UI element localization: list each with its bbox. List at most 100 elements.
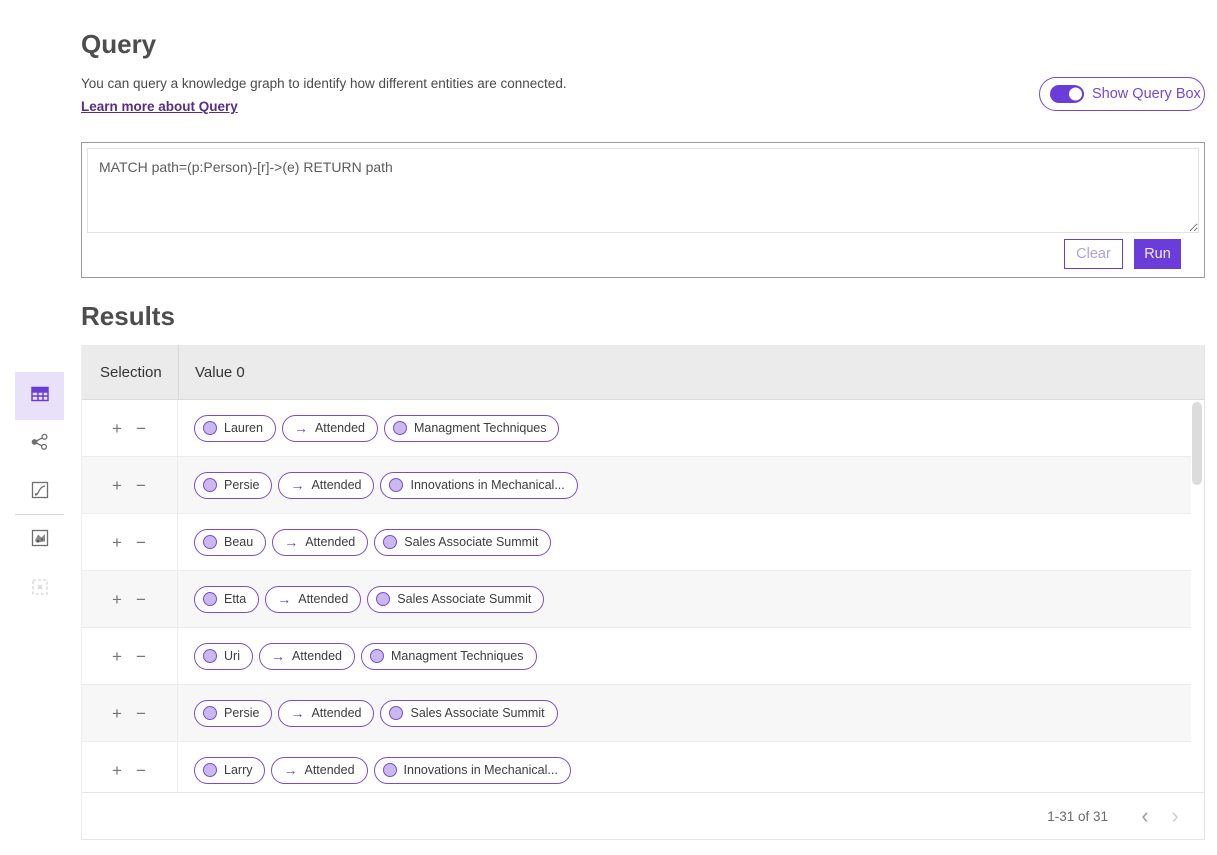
entity-chip[interactable]: Innovations in Mechanical... bbox=[380, 472, 577, 499]
chart-view-button[interactable] bbox=[15, 468, 64, 516]
entity-chip[interactable]: Innovations in Mechanical... bbox=[374, 757, 571, 784]
selection-cell: + − bbox=[82, 742, 178, 793]
table-view-icon bbox=[29, 383, 51, 410]
relationship-label: Attended bbox=[292, 649, 342, 663]
relationship-label: Attended bbox=[315, 421, 365, 435]
table-row: + − Persie → Attended Sales Associate Su… bbox=[82, 685, 1191, 742]
remove-selection-button[interactable]: − bbox=[136, 705, 146, 722]
pagination-next-button[interactable]: › bbox=[1160, 805, 1190, 827]
selection-cell: + − bbox=[82, 514, 178, 570]
entity-label: Persie bbox=[224, 706, 259, 720]
entity-chip[interactable]: Beau bbox=[194, 529, 266, 556]
toggle-on-icon[interactable] bbox=[1050, 85, 1083, 103]
entity-label: Etta bbox=[224, 592, 246, 606]
relationship-chip[interactable]: → Attended bbox=[271, 757, 367, 784]
table-footer: 1-31 of 31 ‹ › bbox=[82, 792, 1204, 839]
entity-label: Uri bbox=[224, 649, 240, 663]
page-description: You can query a knowledge graph to ident… bbox=[81, 76, 567, 91]
results-title: Results bbox=[81, 301, 175, 332]
entity-node-icon bbox=[203, 535, 217, 549]
relationship-chip[interactable]: → Attended bbox=[272, 529, 368, 556]
add-selection-button[interactable]: + bbox=[112, 477, 122, 494]
add-selection-button[interactable]: + bbox=[112, 705, 122, 722]
remove-selection-button[interactable]: − bbox=[136, 420, 146, 437]
entity-chip[interactable]: Managment Techniques bbox=[361, 643, 537, 670]
entity-chip[interactable]: Persie bbox=[194, 700, 272, 727]
add-selection-button[interactable]: + bbox=[112, 420, 122, 437]
show-query-box-toggle[interactable]: Show Query Box bbox=[1039, 77, 1205, 111]
entity-label: Beau bbox=[224, 535, 253, 549]
map-view-icon bbox=[29, 527, 51, 554]
remove-selection-button[interactable]: − bbox=[136, 648, 146, 665]
entity-chip[interactable]: Lauren bbox=[194, 415, 276, 442]
relationship-chip[interactable]: → Attended bbox=[265, 586, 361, 613]
entity-label: Larry bbox=[224, 763, 252, 777]
map-view-button[interactable] bbox=[15, 516, 64, 564]
add-selection-button[interactable]: + bbox=[112, 648, 122, 665]
remove-selection-button[interactable]: − bbox=[136, 591, 146, 608]
entity-node-icon bbox=[203, 649, 217, 663]
selection-cell: + − bbox=[82, 685, 178, 741]
entity-label: Innovations in Mechanical... bbox=[410, 478, 564, 492]
entity-label: Persie bbox=[224, 478, 259, 492]
relationship-label: Attended bbox=[305, 535, 355, 549]
entity-chip[interactable]: Persie bbox=[194, 472, 272, 499]
table-view-button[interactable] bbox=[15, 372, 64, 420]
arrow-right-icon: → bbox=[280, 762, 297, 778]
entity-label: Lauren bbox=[224, 421, 263, 435]
query-input[interactable]: MATCH path=(p:Person)-[r]->(e) RETURN pa… bbox=[87, 148, 1199, 233]
relationship-chip[interactable]: → Attended bbox=[282, 415, 378, 442]
relationship-label: Attended bbox=[304, 763, 354, 777]
pagination-prev-button[interactable]: ‹ bbox=[1130, 805, 1160, 827]
value-cell: Persie → Attended Sales Associate Summit bbox=[178, 685, 1191, 741]
arrow-right-icon: → bbox=[268, 648, 285, 664]
table-body: + − Lauren → Attended Managment Techniqu… bbox=[82, 400, 1191, 793]
rail-divider bbox=[15, 514, 64, 515]
entity-node-icon bbox=[393, 421, 407, 435]
entity-chip[interactable]: Uri bbox=[194, 643, 253, 670]
toggle-label: Show Query Box bbox=[1092, 86, 1201, 102]
link-chart-view-button[interactable] bbox=[15, 420, 64, 468]
entity-node-icon bbox=[383, 763, 397, 777]
remove-selection-button[interactable]: − bbox=[136, 534, 146, 551]
entity-chip[interactable]: Sales Associate Summit bbox=[374, 529, 551, 556]
relationship-chip[interactable]: → Attended bbox=[259, 643, 355, 670]
entity-node-icon bbox=[389, 478, 403, 492]
entity-chip[interactable]: Sales Associate Summit bbox=[367, 586, 544, 613]
entity-chip[interactable]: Sales Associate Summit bbox=[380, 700, 557, 727]
column-header-value: Value 0 bbox=[178, 345, 1204, 399]
add-selection-button[interactable]: + bbox=[112, 534, 122, 551]
arrow-right-icon: → bbox=[274, 591, 291, 607]
query-box: MATCH path=(p:Person)-[r]->(e) RETURN pa… bbox=[81, 142, 1205, 278]
new-view-button[interactable] bbox=[15, 565, 64, 613]
entity-chip[interactable]: Etta bbox=[194, 586, 259, 613]
add-selection-button[interactable]: + bbox=[112, 591, 122, 608]
entity-label: Managment Techniques bbox=[414, 421, 547, 435]
learn-more-link[interactable]: Learn more about Query bbox=[81, 99, 238, 114]
relationship-chip[interactable]: → Attended bbox=[278, 700, 374, 727]
table-scrollbar[interactable] bbox=[1192, 402, 1202, 485]
entity-chip[interactable]: Managment Techniques bbox=[384, 415, 560, 442]
table-header: Selection Value 0 bbox=[82, 345, 1204, 400]
value-cell: Larry → Attended Innovations in Mechanic… bbox=[178, 742, 1191, 793]
results-table: Selection Value 0 + − Lauren → Attended bbox=[81, 345, 1205, 840]
arrow-right-icon: → bbox=[287, 705, 304, 721]
entity-node-icon bbox=[203, 421, 217, 435]
entity-node-icon bbox=[203, 478, 217, 492]
remove-selection-button[interactable]: − bbox=[136, 762, 146, 779]
value-cell: Etta → Attended Sales Associate Summit bbox=[178, 571, 1191, 627]
remove-selection-button[interactable]: − bbox=[136, 477, 146, 494]
add-selection-button[interactable]: + bbox=[112, 762, 122, 779]
entity-chip[interactable]: Larry bbox=[194, 757, 265, 784]
selection-cell: + − bbox=[82, 457, 178, 513]
entity-label: Innovations in Mechanical... bbox=[404, 763, 558, 777]
entity-node-icon bbox=[383, 535, 397, 549]
selection-cell: + − bbox=[82, 571, 178, 627]
clear-button[interactable]: Clear bbox=[1064, 239, 1123, 269]
value-cell: Lauren → Attended Managment Techniques bbox=[178, 400, 1191, 456]
entity-node-icon bbox=[389, 706, 403, 720]
arrow-right-icon: → bbox=[281, 534, 298, 550]
run-button[interactable]: Run bbox=[1134, 239, 1181, 269]
relationship-chip[interactable]: → Attended bbox=[278, 472, 374, 499]
value-cell: Beau → Attended Sales Associate Summit bbox=[178, 514, 1191, 570]
